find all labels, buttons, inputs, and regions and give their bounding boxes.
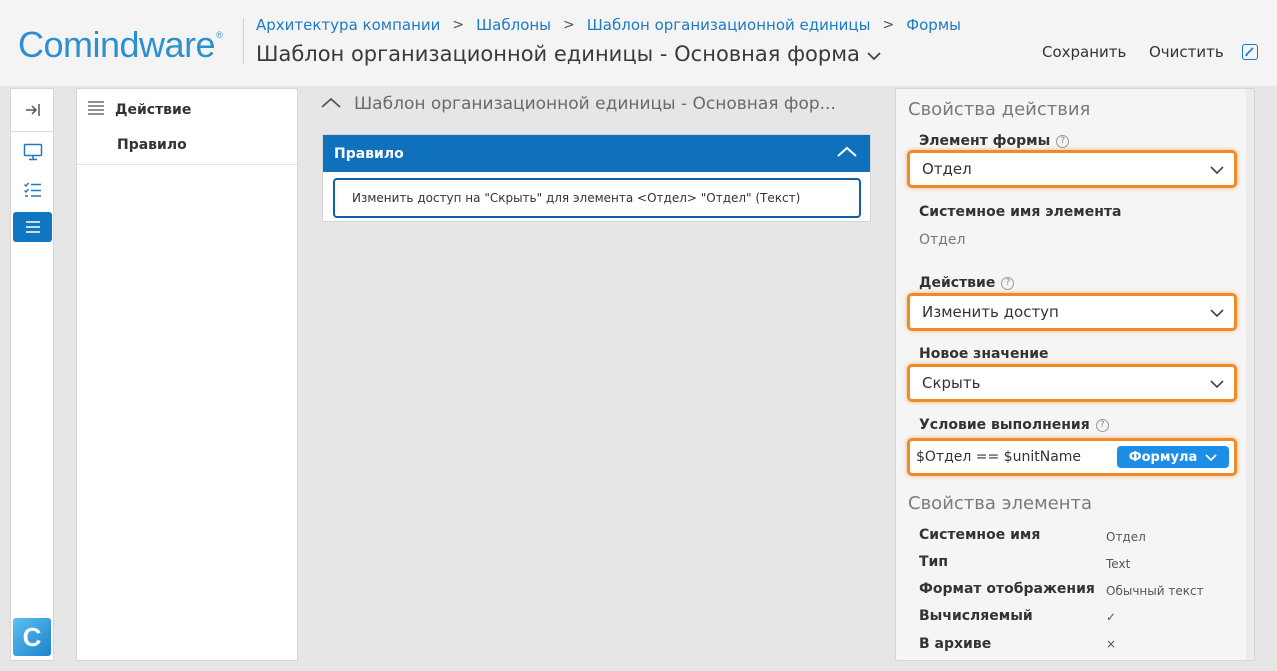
form-section-header[interactable]: Шаблон организационной единицы - Основна… [320, 94, 836, 114]
action-select[interactable]: Изменить доступ [907, 293, 1237, 331]
page-title-text: Шаблон организационной единицы - Основна… [256, 42, 860, 66]
rail-divider [11, 131, 53, 132]
tree-item-rule[interactable]: Правило [117, 137, 187, 153]
breadcrumb-chevron-icon: > [452, 17, 465, 33]
tree-divider [77, 164, 297, 165]
comindware-logo[interactable]: Comindware® [18, 24, 223, 66]
prop-value-type: Text [1106, 557, 1131, 571]
save-button[interactable]: Сохранить [1042, 43, 1126, 61]
check-icon: ✓ [1106, 610, 1117, 624]
cross-icon: × [1106, 637, 1117, 651]
system-name-label: Системное имя элемента [919, 204, 1122, 220]
breadcrumb-chevron-icon: > [882, 17, 895, 33]
prop-value-display-format: Обычный текст [1106, 584, 1204, 598]
app-header: Comindware® Архитектура компании > Шабло… [0, 0, 1277, 86]
chevron-down-icon [1210, 160, 1224, 178]
header-divider [243, 18, 244, 64]
breadcrumb-company-architecture[interactable]: Архитектура компании [256, 16, 440, 34]
element-properties-title: Свойства элемента [908, 493, 1093, 514]
tree-header[interactable]: Действие [87, 99, 191, 121]
form-element-label-text: Элемент формы [919, 133, 1051, 149]
breadcrumb-chevron-icon: > [563, 17, 575, 33]
collapse-chevron-up-icon[interactable] [836, 146, 858, 162]
list-icon[interactable] [13, 212, 52, 242]
clear-button[interactable]: Очистить [1149, 43, 1224, 61]
form-section-title: Шаблон организационной единицы - Основна… [354, 94, 836, 114]
prop-key-display-format: Формат отображения [919, 581, 1095, 597]
rule-card-header[interactable]: Правило [323, 135, 870, 172]
edit-icon[interactable] [1242, 44, 1258, 60]
condition-label-text: Условие выполнения [919, 417, 1090, 433]
rule-card: Правило Изменить доступ на "Скрыть" для … [322, 134, 871, 222]
chevron-down-icon [1210, 374, 1224, 392]
breadcrumb: Архитектура компании > Шаблоны > Шаблон … [256, 16, 961, 34]
form-element-label: Элемент формы ? [919, 133, 1070, 149]
action-label: Действие ? [919, 275, 1015, 291]
monitor-icon[interactable] [13, 137, 52, 167]
help-icon[interactable]: ? [1056, 134, 1070, 148]
chevron-up-icon[interactable] [320, 94, 342, 114]
chevron-down-icon[interactable] [866, 42, 882, 66]
condition-field: $Отдел == $unitName Формула [907, 438, 1237, 476]
breadcrumb-templates[interactable]: Шаблоны [476, 16, 551, 34]
menu-lines-icon [87, 99, 105, 121]
rule-action-item[interactable]: Изменить доступ на "Скрыть" для элемента… [333, 178, 861, 218]
action-properties-title: Свойства действия [908, 99, 1091, 120]
new-value-label: Новое значение [919, 346, 1049, 362]
breadcrumb-org-unit-template[interactable]: Шаблон организационной единицы [587, 16, 871, 34]
comindware-app-logo[interactable]: C [13, 618, 51, 656]
formula-button-label: Формула [1128, 449, 1198, 465]
action-label-text: Действие [919, 275, 996, 291]
condition-input[interactable]: $Отдел == $unitName [916, 449, 1117, 465]
left-toolbar: C [10, 88, 54, 661]
prop-value-system-name: Отдел [1106, 530, 1146, 544]
form-element-value: Отдел [922, 160, 972, 178]
prop-key-calculated: Вычисляемый [919, 608, 1033, 624]
formula-dropdown-button[interactable]: Формула [1117, 446, 1229, 468]
new-value-select[interactable]: Скрыть [907, 364, 1237, 402]
expand-panel-icon[interactable] [13, 95, 52, 125]
properties-scrollbar[interactable] [1246, 89, 1254, 660]
new-value-value: Скрыть [922, 374, 981, 392]
properties-panel: Свойства действия Элемент формы ? Отдел … [895, 88, 1255, 661]
help-icon[interactable]: ? [1001, 276, 1015, 290]
form-element-select[interactable]: Отдел [907, 150, 1237, 188]
chevron-down-icon [1210, 303, 1224, 321]
action-tree-panel: Действие Правило [76, 88, 298, 661]
page-title[interactable]: Шаблон организационной единицы - Основна… [256, 42, 882, 66]
breadcrumb-forms[interactable]: Формы [906, 16, 961, 34]
prop-key-archived: В архиве [919, 636, 992, 652]
chevron-down-icon [1205, 450, 1217, 465]
action-value: Изменить доступ [922, 303, 1059, 321]
tree-header-label: Действие [115, 102, 192, 118]
condition-label: Условие выполнения ? [919, 417, 1109, 433]
rule-card-title: Правило [334, 145, 404, 162]
help-icon[interactable]: ? [1095, 418, 1109, 432]
prop-key-system-name: Системное имя [919, 527, 1041, 543]
logo-text: Comindware [18, 24, 216, 65]
system-name-value: Отдел [919, 232, 966, 248]
checklist-icon[interactable] [13, 175, 52, 205]
prop-key-type: Тип [919, 554, 949, 570]
logo-registered-mark: ® [216, 30, 223, 40]
